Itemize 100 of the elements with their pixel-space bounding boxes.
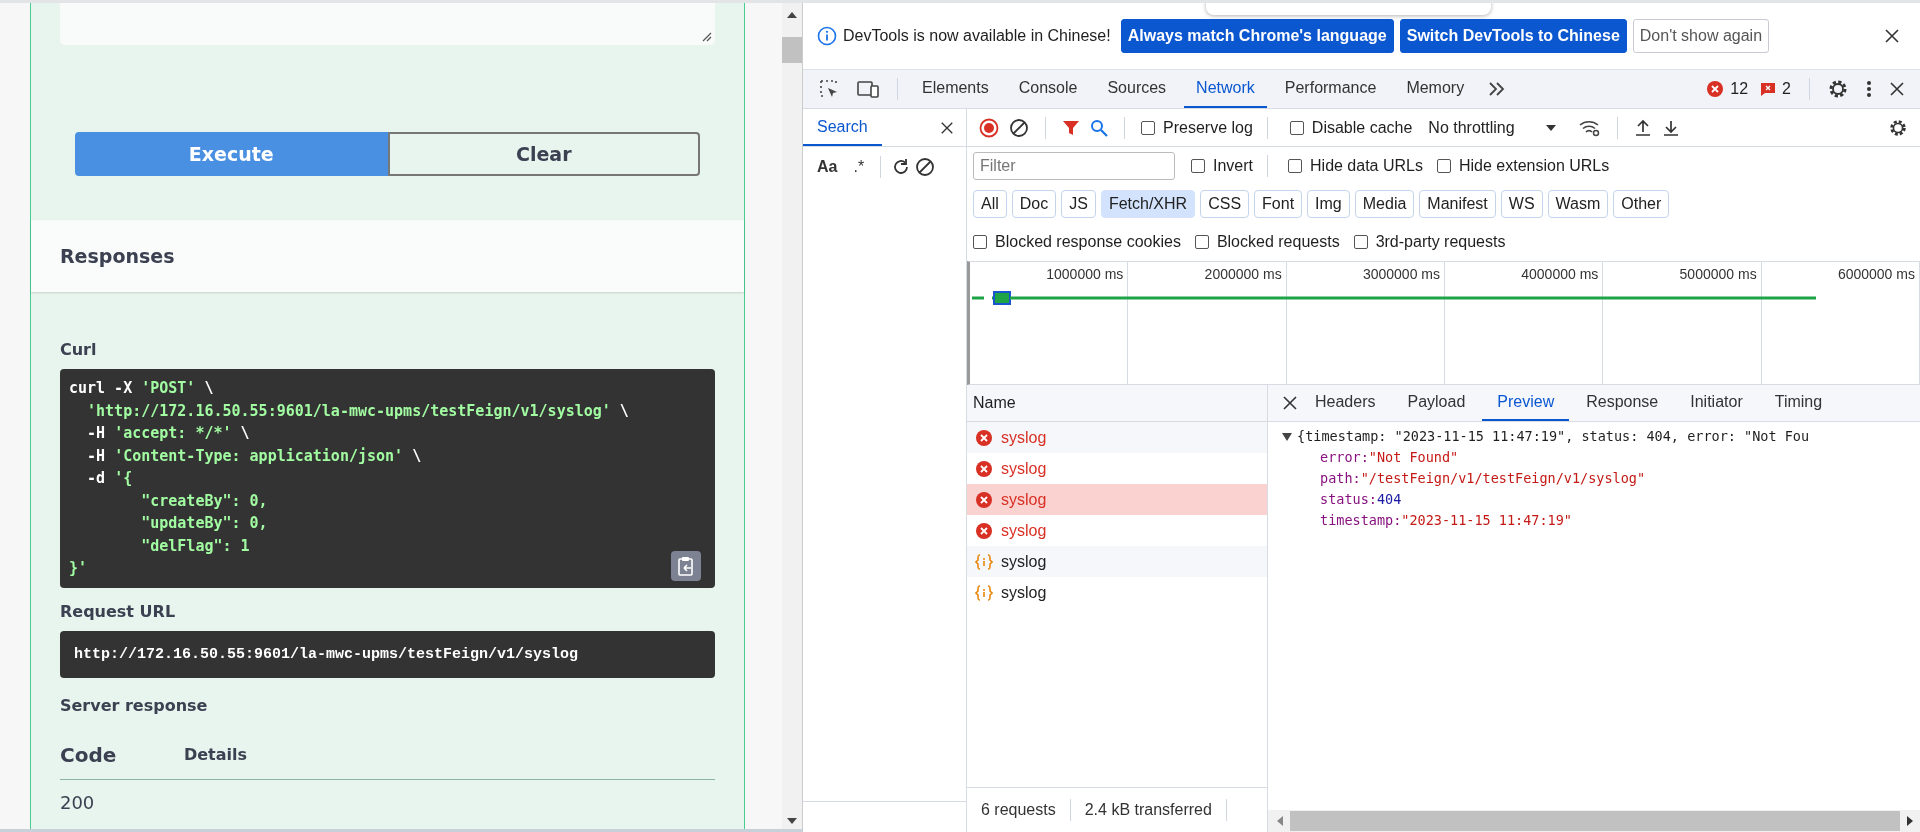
- type-filter-button[interactable]: JS: [1061, 190, 1096, 218]
- banner-button[interactable]: Don't show again: [1632, 19, 1770, 53]
- detail-tab[interactable]: Timing: [1759, 385, 1838, 421]
- upload-icon[interactable]: [1633, 118, 1652, 137]
- type-filter-button[interactable]: Media: [1354, 190, 1415, 218]
- time-tick-label: 2000000 ms: [1204, 266, 1282, 282]
- panel-tab[interactable]: Performance: [1272, 70, 1389, 108]
- scroll-down-icon[interactable]: [786, 817, 798, 825]
- clipboard-icon: [677, 555, 696, 576]
- column-header: Name: [967, 385, 1267, 422]
- panel-tab[interactable]: Sources: [1095, 70, 1179, 108]
- search-option-toggle[interactable]: .*: [847, 156, 871, 178]
- object-property: error:"Not Found": [1319, 448, 1460, 467]
- network-conditions-icon[interactable]: [1578, 118, 1601, 137]
- clear-button[interactable]: Clear: [387, 132, 701, 176]
- panel-tab[interactable]: Elements: [910, 70, 1001, 108]
- throttling-dropdown[interactable]: No throttling: [1428, 118, 1569, 137]
- type-filter-button[interactable]: Fetch/XHR: [1100, 190, 1196, 218]
- time-tick-label: 6000000 ms: [1837, 266, 1915, 282]
- checkbox[interactable]: [1288, 159, 1302, 173]
- request-row[interactable]: syslog: [967, 422, 1267, 453]
- settings-icon[interactable]: [1827, 78, 1849, 100]
- download-icon[interactable]: [1661, 118, 1680, 137]
- checkbox[interactable]: [1141, 120, 1155, 135]
- scroll-right-icon[interactable]: [1906, 815, 1914, 827]
- checkbox[interactable]: [1353, 235, 1368, 249]
- filter-field[interactable]: Filter: [973, 152, 1175, 180]
- issue-count[interactable]: 2: [1782, 80, 1791, 98]
- request-count: 6 requests: [981, 801, 1056, 819]
- type-filter-button[interactable]: Font: [1254, 190, 1303, 218]
- search-icon[interactable]: [1090, 118, 1108, 137]
- issue-icon: [1760, 81, 1777, 97]
- clear-icon[interactable]: [915, 157, 936, 177]
- filter-icon[interactable]: [1062, 118, 1080, 137]
- type-filter-button[interactable]: Wasm: [1547, 190, 1609, 218]
- close-icon[interactable]: [940, 120, 954, 135]
- code-line: -d '{: [86, 468, 133, 489]
- caret-icon: [1544, 123, 1557, 132]
- copy-button[interactable]: [671, 550, 702, 581]
- scroll-left-icon[interactable]: [1276, 815, 1284, 827]
- stop-recording-icon[interactable]: [979, 117, 999, 138]
- close-icon[interactable]: [1889, 81, 1905, 97]
- detail-tab[interactable]: Payload: [1392, 385, 1481, 421]
- inspect-element-icon[interactable]: [818, 78, 840, 100]
- checkbox-label: Hide data URLs: [1310, 157, 1423, 175]
- search-option-toggle[interactable]: Aa: [811, 156, 844, 178]
- banner-button[interactable]: Switch DevTools to Chinese: [1399, 19, 1627, 53]
- search-tab[interactable]: Search: [803, 109, 882, 146]
- checkbox[interactable]: [973, 235, 987, 249]
- checkbox-label: 3rd-party requests: [1375, 233, 1506, 251]
- request-name: syslog: [1001, 459, 1047, 478]
- scrollbar-thumb[interactable]: [782, 37, 802, 63]
- type-filter-button[interactable]: Manifest: [1419, 190, 1496, 218]
- time-tick-label: 4000000 ms: [1521, 266, 1599, 282]
- type-filter-button[interactable]: All: [973, 190, 1007, 218]
- request-row[interactable]: syslog: [967, 546, 1267, 577]
- type-filter-button[interactable]: Doc: [1011, 190, 1057, 218]
- panel-tab[interactable]: Console: [1006, 70, 1090, 108]
- error-count[interactable]: 12: [1730, 80, 1749, 98]
- checkbox[interactable]: [1436, 159, 1451, 173]
- braces-icon: [975, 583, 993, 602]
- detail-tab[interactable]: Response: [1571, 385, 1674, 421]
- close-icon[interactable]: [1884, 28, 1900, 44]
- request-name: syslog: [1001, 521, 1047, 540]
- banner-button[interactable]: Always match Chrome's language: [1120, 19, 1394, 53]
- scroll-up-icon[interactable]: [786, 11, 798, 19]
- clear-icon[interactable]: [1009, 117, 1029, 138]
- checkbox[interactable]: [1194, 235, 1209, 249]
- type-filter-button[interactable]: Img: [1307, 190, 1350, 218]
- time-tick-label: 3000000 ms: [1362, 266, 1440, 282]
- section-title: Responses: [59, 245, 175, 267]
- request-name: syslog: [1001, 552, 1047, 571]
- panel-tab[interactable]: Network: [1184, 70, 1267, 108]
- settings-icon[interactable]: [1888, 117, 1908, 138]
- panel-tab[interactable]: Memory: [1394, 70, 1477, 108]
- more-options-icon[interactable]: [1865, 79, 1873, 99]
- device-toolbar-icon[interactable]: [856, 78, 880, 100]
- type-filter-button[interactable]: WS: [1500, 190, 1543, 218]
- request-name: syslog: [1001, 583, 1047, 602]
- curl-label: Curl: [59, 340, 98, 359]
- scrollbar[interactable]: [782, 3, 802, 829]
- code-line: -H 'Content-Type: application/json' \: [86, 445, 422, 467]
- column-header: Details: [183, 745, 248, 764]
- object-property: timestamp:"2023-11-15 11:47:19": [1319, 511, 1573, 530]
- code-line: curl -X 'POST' \: [68, 378, 214, 399]
- checkbox[interactable]: [1191, 159, 1205, 173]
- type-filter-button[interactable]: Other: [1613, 190, 1670, 218]
- detail-tab[interactable]: Preview: [1482, 385, 1570, 421]
- response-code: 200: [59, 790, 96, 813]
- expand-triangle-icon[interactable]: [1282, 431, 1292, 442]
- type-filter-button[interactable]: CSS: [1200, 190, 1250, 218]
- banner-message: DevTools is now available in Chinese!: [843, 27, 1111, 45]
- checkbox-label: Blocked response cookies: [995, 233, 1181, 251]
- detail-tab[interactable]: Headers: [1300, 385, 1391, 421]
- request-row[interactable]: syslog: [967, 484, 1267, 515]
- checkbox[interactable]: [1289, 120, 1304, 135]
- request-url: http://172.16.50.55:9601/la-mwc-upms/testFeign/v1/syslog: [59, 630, 716, 678]
- detail-tab[interactable]: Initiator: [1675, 385, 1758, 421]
- close-icon[interactable]: [1282, 395, 1298, 411]
- braces-icon: [975, 552, 993, 571]
